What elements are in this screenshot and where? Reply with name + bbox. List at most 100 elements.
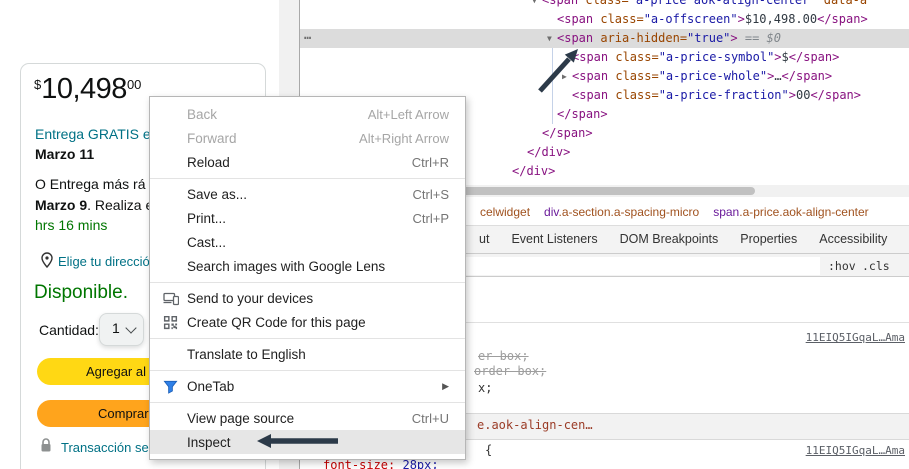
menu-item-shortcut: Ctrl+U [411, 410, 449, 426]
code-token: > [774, 50, 782, 64]
menu-item-label: Inspect [187, 434, 231, 450]
context-menu: Back Alt+Left Arrow Forward Alt+Right Arrow… [149, 96, 466, 460]
menu-item-translate-to-english[interactable]: Translate to English [150, 342, 465, 366]
faster-delivery-text: O Entrega más rá [35, 176, 146, 192]
price-whole: 10,498 [41, 73, 127, 105]
menu-item-label: Forward [187, 130, 237, 146]
menu-item-send-to-your-devices[interactable]: Send to your devices [150, 286, 465, 310]
tab-properties[interactable]: Properties [729, 226, 808, 253]
faster-delivery-date: Marzo 9 [35, 197, 88, 213]
quantity-selector[interactable]: 1 [99, 313, 144, 346]
section-header-selector[interactable]: e.aok-align-cen… [477, 418, 593, 432]
code-line[interactable]: <span class="a-price-symbol">$</span> [300, 48, 909, 67]
delivery-date: Marzo 11 [35, 146, 95, 162]
browser-screenshot: $10,49800 Entrega GRATIS e Marzo 11 O En… [0, 0, 909, 469]
tab-dom-breakpoints[interactable]: DOM Breakpoints [609, 226, 730, 253]
code-token: class= [608, 50, 659, 64]
code-token: "a-price-symbol" [658, 50, 775, 64]
free-delivery-link[interactable]: Entrega GRATIS e [35, 126, 151, 142]
menu-item-label: Reload [187, 154, 230, 170]
crumb-classes: celwidget [480, 204, 531, 219]
menu-item-back[interactable]: Back Alt+Left Arrow [150, 102, 465, 126]
menu-item-search-images-with-google-lens[interactable]: Search images with Google Lens [150, 254, 465, 278]
breadcrumb-item[interactable]: span.a-price.aok-align-center [713, 205, 868, 219]
code-token: aria-hidden= [593, 31, 688, 45]
scrollbar-thumb[interactable] [450, 187, 755, 195]
code-token: </span> [781, 69, 833, 83]
code-token: <span [572, 50, 609, 64]
clipped-css-property[interactable]: x; [478, 381, 492, 395]
chevron-down-icon [125, 322, 137, 334]
code-token: > [788, 88, 796, 102]
tab-accessibility[interactable]: Accessibility [808, 226, 898, 253]
toggle-classes[interactable]: .cls [862, 259, 890, 273]
code-token: data-a [816, 0, 868, 7]
code-line[interactable]: ▶ <span class="a-price-whole">…</span> [300, 67, 909, 86]
code-token: <span [542, 0, 579, 7]
countdown-text: hrs 16 mins [35, 217, 108, 233]
menu-item-icon-slot [163, 106, 187, 122]
menu-item-inspect[interactable]: Inspect [150, 430, 465, 454]
faster-delivery-rest: . Realiza e [87, 197, 154, 213]
menu-item-icon-slot [163, 186, 187, 202]
quantity-value: 1 [112, 320, 120, 336]
menu-item-icon-slot [163, 130, 187, 146]
product-price: $10,49800 [34, 73, 141, 106]
quantity-label: Cantidad: [39, 322, 99, 338]
menu-item-reload[interactable]: Reload Ctrl+R [150, 150, 465, 174]
choose-address-link[interactable]: Elige tu dirección [58, 254, 157, 269]
expand-arrow-icon[interactable]: ▼ [547, 29, 557, 48]
price-symbol: $ [34, 77, 42, 92]
breadcrumb-item[interactable]: div.a-section.a-spacing-micro [544, 205, 699, 219]
toggle-hover-state[interactable]: :hov [828, 259, 856, 273]
crumb-tag: span [713, 204, 740, 219]
more-actions-indicator[interactable]: … [304, 26, 312, 45]
devices-icon [163, 290, 187, 306]
code-token: > [730, 31, 738, 45]
code-line[interactable]: ▼ <span class="a-price aok-align-center" … [300, 0, 909, 10]
menu-separator [150, 281, 465, 283]
menu-separator [150, 177, 465, 179]
location-pin-icon [40, 252, 54, 273]
menu-item-label: Back [187, 106, 218, 122]
menu-item-icon-slot [163, 258, 187, 274]
stylesheet-source-link[interactable]: 11EIQ5IGqaL…Ama [806, 444, 905, 457]
code-token: <span [572, 88, 609, 102]
menu-item-icon-slot [163, 346, 187, 362]
menu-item-label: Print... [187, 210, 227, 226]
menu-item-create-qr-code-for-this-page[interactable]: Create QR Code for this page [150, 310, 465, 334]
code-token: "true" [687, 31, 731, 45]
menu-item-shortcut: Ctrl+P [412, 210, 449, 226]
menu-item-onetab[interactable]: OneTab ▶ [150, 374, 465, 398]
availability-status: Disponible. [34, 282, 128, 303]
breadcrumb-item[interactable]: celwidget [480, 205, 530, 219]
faster-delivery-date-line: Marzo 9. Realiza e [35, 197, 153, 213]
menu-item-view-page-source[interactable]: View page source Ctrl+U [150, 406, 465, 430]
menu-item-print[interactable]: Print... Ctrl+P [150, 206, 465, 230]
stylesheet-source-link[interactable]: 11EIQ5IGqaL…Ama [806, 331, 905, 344]
secure-transaction-link[interactable]: Transacción se [61, 440, 149, 455]
expand-arrow-icon[interactable]: ▼ [532, 0, 542, 10]
code-line[interactable]: … ▼ <span aria-hidden="true"> == $0 [300, 26, 909, 48]
price-fraction: 00 [126, 77, 142, 92]
tab-ut[interactable]: ut [468, 226, 500, 253]
menu-separator [150, 369, 465, 371]
overridden-css-property[interactable]: order-box; [474, 364, 546, 378]
menu-item-save-as[interactable]: Save as... Ctrl+S [150, 182, 465, 206]
menu-item-shortcut: Alt+Right Arrow [359, 130, 449, 146]
code-line[interactable]: <span class="a-offscreen">$10,498.00</sp… [300, 10, 909, 29]
expand-arrow-icon[interactable]: ▶ [562, 67, 572, 86]
code-token: 00 [795, 88, 811, 102]
code-token: $10,498.00 [744, 12, 818, 26]
code-token: </div> [512, 164, 556, 178]
tab-event-listeners[interactable]: Event Listeners [500, 226, 608, 253]
crumb-classes: .a-price.aok-align-center [739, 204, 869, 219]
menu-item-cast[interactable]: Cast... [150, 230, 465, 254]
submenu-arrow-icon: ▶ [442, 380, 449, 391]
menu-item-icon-slot [163, 210, 187, 226]
overridden-css-property[interactable]: er-box; [478, 349, 529, 363]
code-token: </div> [527, 145, 571, 159]
menu-item-forward[interactable]: Forward Alt+Right Arrow [150, 126, 465, 150]
code-token: </span> [557, 107, 608, 121]
code-token: </span> [788, 50, 840, 64]
